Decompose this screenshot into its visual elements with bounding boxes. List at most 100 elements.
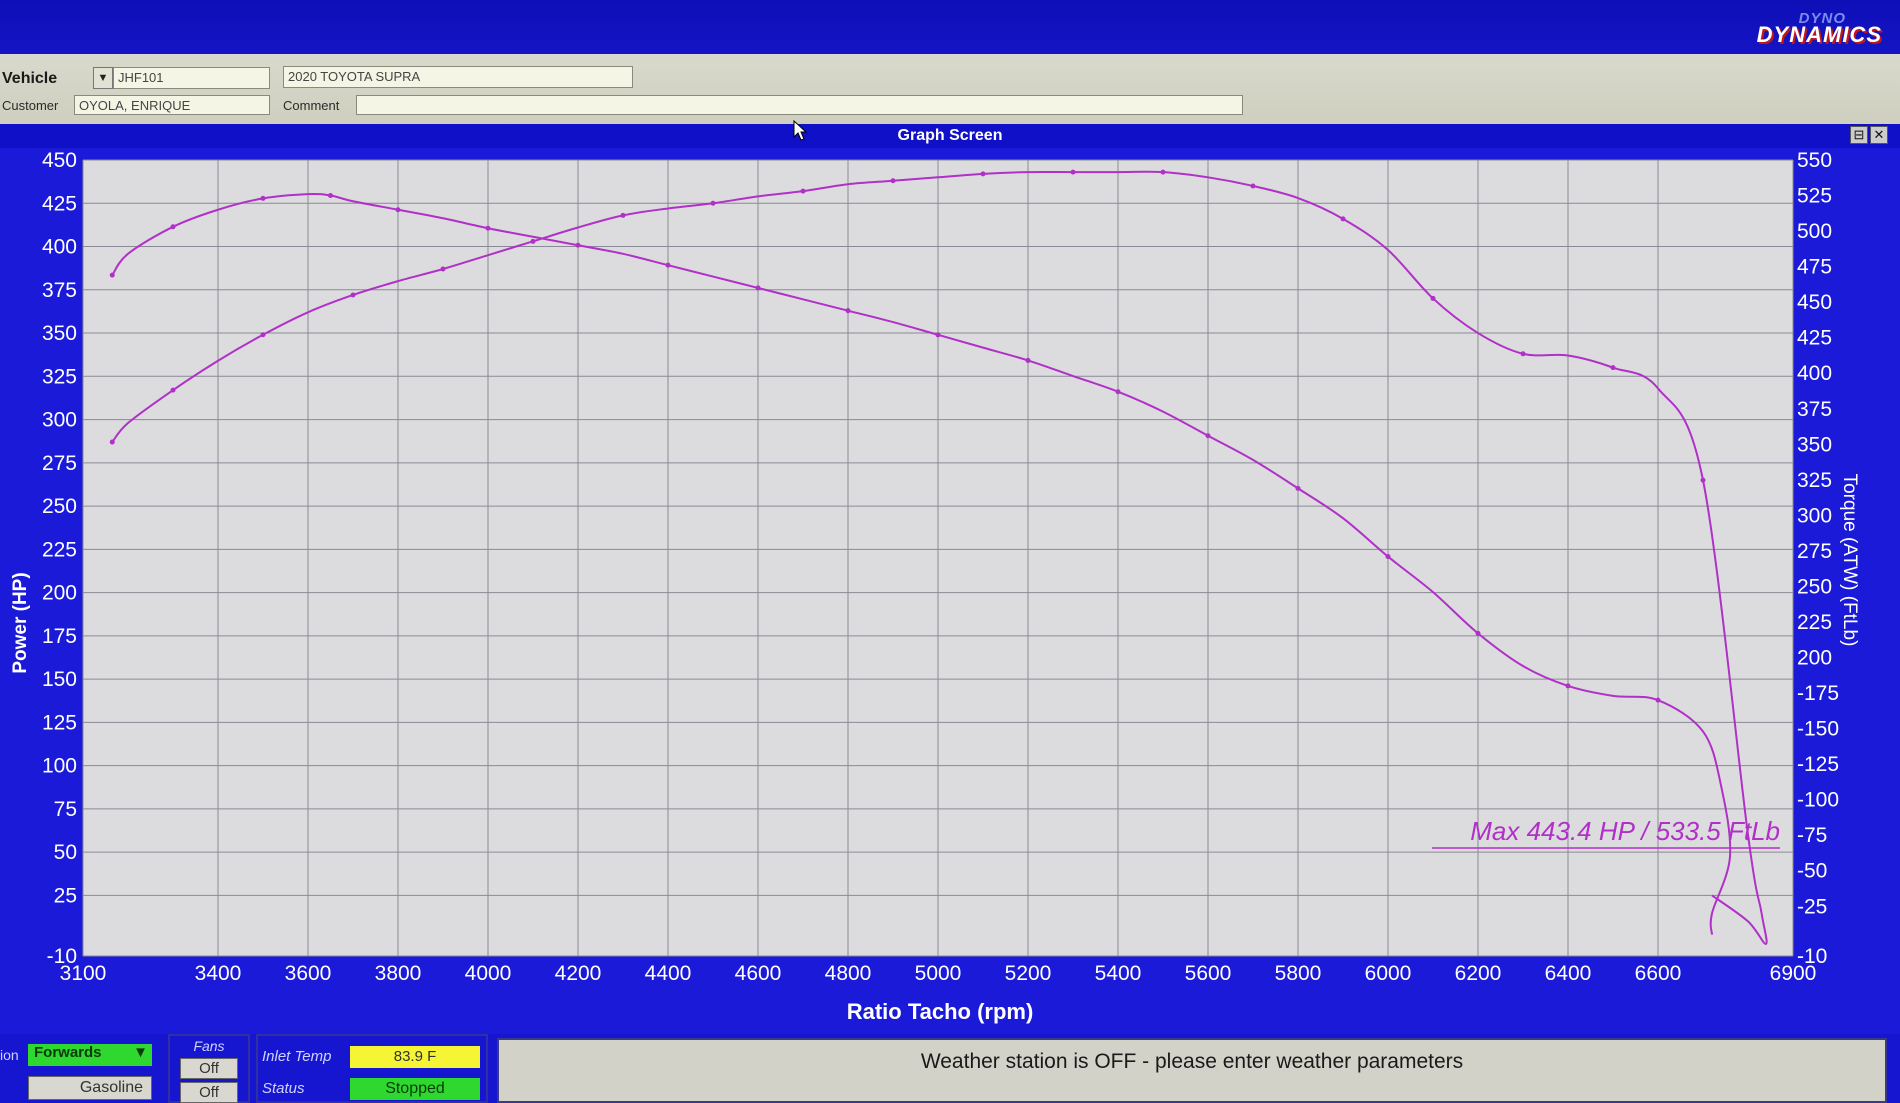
- title-banner: DYNO DYNAMICS: [0, 0, 1900, 54]
- y2-tick-label: 475: [1797, 256, 1832, 279]
- data-point: [395, 207, 401, 213]
- y-tick-label: 300: [42, 409, 77, 432]
- y2-tick-label: 375: [1797, 398, 1832, 421]
- data-point: [440, 266, 446, 272]
- fan1-toggle[interactable]: Off: [180, 1058, 238, 1079]
- y2-tick-label: 300: [1797, 504, 1832, 527]
- x-tick-label: 4000: [465, 962, 512, 985]
- y2-tick-label: 550: [1797, 149, 1832, 172]
- vehicle-dropdown-button[interactable]: ▼: [93, 67, 113, 89]
- data-point: [800, 188, 806, 194]
- y2-tick-label: 275: [1797, 540, 1832, 563]
- x-tick-label: 4800: [825, 962, 872, 985]
- data-point: [109, 439, 115, 445]
- right-axis-label: Torque (ATW) (FtLb): [1839, 474, 1860, 647]
- data-point: [530, 238, 536, 244]
- y2-tick-label: -75: [1797, 824, 1827, 847]
- data-point: [1610, 365, 1616, 371]
- y-tick-label: 425: [42, 192, 77, 215]
- data-point: [485, 225, 491, 231]
- data-point: [1160, 169, 1166, 175]
- y-tick-label: 375: [42, 279, 77, 302]
- data-point: [1700, 477, 1706, 483]
- fan2-toggle[interactable]: Off: [180, 1082, 238, 1103]
- data-point: [1025, 357, 1031, 363]
- data-point: [935, 332, 941, 338]
- y2-tick-label: 500: [1797, 220, 1832, 243]
- data-point: [665, 262, 671, 268]
- y-tick-label: 75: [54, 798, 77, 821]
- x-tick-label: 5000: [915, 962, 962, 985]
- data-point: [1475, 630, 1481, 636]
- data-point: [1520, 351, 1526, 357]
- close-icon[interactable]: ✕: [1870, 126, 1888, 144]
- comment-label: Comment: [283, 98, 340, 113]
- x-tick-label: 5400: [1095, 962, 1142, 985]
- data-point: [1070, 169, 1076, 175]
- dyno-dynamics-logo: DYNO DYNAMICS: [1742, 8, 1882, 48]
- y2-tick-label: 325: [1797, 469, 1832, 492]
- data-point: [1385, 554, 1391, 560]
- y2-tick-label: 225: [1797, 611, 1832, 634]
- y2-tick-label: -100: [1797, 789, 1839, 812]
- y2-tick-label: -150: [1797, 718, 1839, 741]
- vehicle-name-field[interactable]: 2020 TOYOTA SUPRA: [283, 66, 633, 88]
- y2-tick-label: -125: [1797, 753, 1839, 776]
- x-tick-label: 6200: [1455, 962, 1502, 985]
- x-tick-label: 3400: [195, 962, 242, 985]
- y2-tick-label: -175: [1797, 682, 1839, 705]
- data-point: [1430, 295, 1436, 301]
- fuel-button[interactable]: Gasoline: [28, 1076, 152, 1100]
- data-point: [170, 387, 176, 393]
- fans-panel: Fans Off Off: [168, 1034, 250, 1103]
- data-point: [575, 242, 581, 248]
- x-tick-label: 6000: [1365, 962, 1412, 985]
- restore-icon[interactable]: ⊟: [1850, 126, 1868, 144]
- y-tick-label: 25: [54, 884, 77, 907]
- sensor-panel: Inlet Temp 83.9 F Status Stopped: [256, 1034, 488, 1103]
- right-axis-ticks: 550 525 500 475 450 425 400 375 350 325 300 275 250 2…: [1797, 149, 1839, 968]
- data-point: [1250, 183, 1256, 189]
- status-label: Status: [262, 1080, 305, 1097]
- y-tick-label: 150: [42, 668, 77, 691]
- data-point: [350, 292, 356, 298]
- customer-field[interactable]: OYOLA, ENRIQUE: [74, 95, 270, 115]
- y-tick-label: 350: [42, 322, 77, 345]
- data-point: [1115, 389, 1121, 395]
- y2-tick-label: -25: [1797, 895, 1827, 918]
- x-axis-ticks: 3100 3400 3600 3800 4000 4200 4400 4600 4800 5000…: [60, 962, 1817, 985]
- x-tick-label: 6600: [1635, 962, 1682, 985]
- mouse-cursor-icon: [793, 120, 808, 141]
- x-tick-label: 5600: [1185, 962, 1232, 985]
- customer-label: Customer: [2, 98, 59, 113]
- y-tick-label: 100: [42, 755, 77, 778]
- dyno-graph[interactable]: 450 425 400 375 350 325 300 275 250 225 200 175 150 1…: [0, 148, 1880, 1033]
- y2-tick-label: 450: [1797, 291, 1832, 314]
- logo-line2: DYNAMICS: [1756, 22, 1882, 47]
- status-value: Stopped: [350, 1078, 480, 1100]
- vehicle-id-field[interactable]: JHF101: [113, 67, 270, 89]
- y-tick-label: 125: [42, 711, 77, 734]
- y2-tick-label: 250: [1797, 575, 1832, 598]
- y2-tick-label: 200: [1797, 647, 1832, 670]
- data-point: [260, 332, 266, 338]
- message-panel: Weather station is OFF - please enter we…: [497, 1038, 1887, 1103]
- data-point: [1655, 697, 1661, 703]
- x-axis-label: Ratio Tacho (rpm): [847, 999, 1034, 1024]
- left-axis-label: Power (HP): [10, 572, 31, 673]
- data-point: [980, 171, 986, 177]
- x-tick-label: 4400: [645, 962, 692, 985]
- data-point: [170, 224, 176, 230]
- y2-tick-label: 400: [1797, 362, 1832, 385]
- y-tick-label: 450: [42, 149, 77, 172]
- comment-field[interactable]: [356, 95, 1243, 115]
- data-point: [1295, 485, 1301, 491]
- data-point: [755, 285, 761, 291]
- y-tick-label: 50: [54, 841, 77, 864]
- chevron-down-icon: ▼: [133, 1044, 148, 1061]
- data-point: [260, 195, 266, 201]
- y2-tick-label: 525: [1797, 185, 1832, 208]
- data-point: [1565, 683, 1571, 689]
- y2-tick-label: 425: [1797, 327, 1832, 350]
- direction-select[interactable]: Forwards ▼: [28, 1044, 152, 1066]
